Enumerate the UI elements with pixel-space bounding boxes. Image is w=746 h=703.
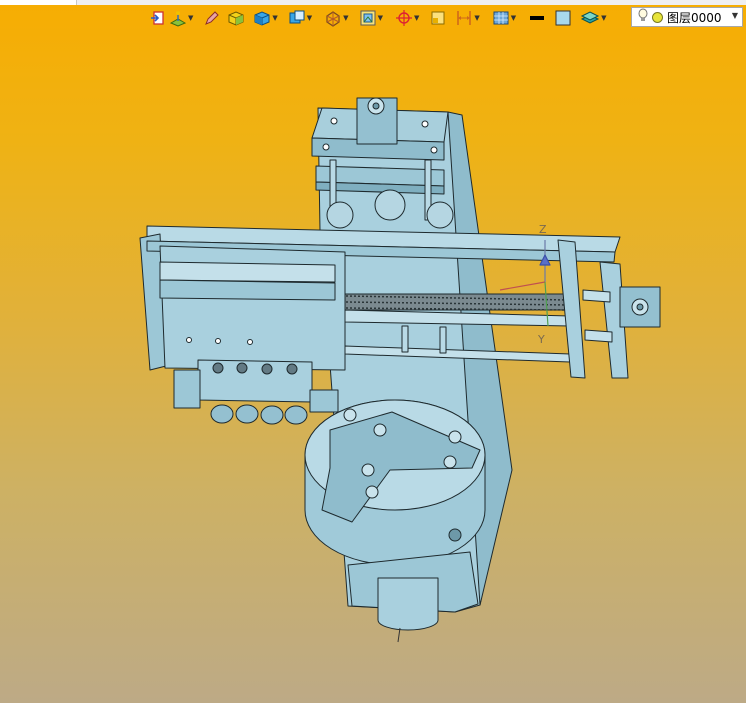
y-axis-marker: Y [537, 333, 545, 346]
cnc-lathe-model[interactable]: Z Y [0, 0, 746, 703]
spindle [377, 577, 439, 631]
z-axis-marker: Z [539, 223, 547, 236]
3d-viewport[interactable]: ▼ ▼ ▼ ▼ ▼ ▼ ▼ ▼ ▼ 图层0000 ▼ Z Y [0, 0, 746, 703]
